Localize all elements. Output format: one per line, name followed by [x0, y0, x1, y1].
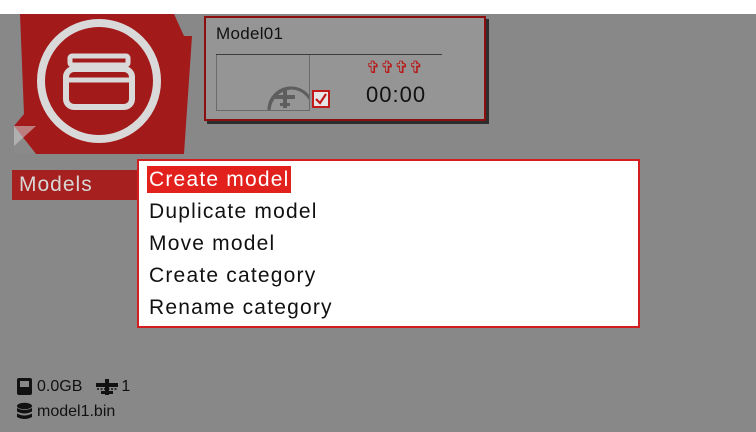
model-stars: ✞✞✞✞ [366, 58, 423, 77]
model-filename: model1.bin [37, 403, 116, 420]
storage-size: 0.0GB [37, 377, 83, 395]
model-file-status: model1.bin [16, 402, 115, 422]
model-timer: 00:00 [366, 82, 427, 107]
current-model-card[interactable]: Model01 ✞✞✞✞ 00:00 [204, 16, 486, 121]
models-context-menu: Create model Duplicate model Move model … [137, 159, 640, 328]
menu-item-duplicate-model[interactable]: Duplicate model [147, 198, 320, 225]
model-name: Model01 [216, 24, 284, 43]
menu-item-create-model[interactable]: Create model [147, 166, 292, 193]
storage-status: 0.0GB 1 [16, 377, 130, 396]
checkbox-checked-icon[interactable] [312, 90, 330, 108]
airplane-icon [96, 378, 119, 395]
page-title: Models [12, 170, 137, 200]
models-page-header [14, 14, 192, 154]
menu-item-move-model[interactable]: Move model [147, 230, 277, 257]
sd-card-icon [17, 378, 32, 395]
airplane-icon [267, 86, 309, 110]
top-strip [0, 0, 756, 14]
menu-item-rename-category[interactable]: Rename category [147, 294, 335, 321]
model-thumbnail [216, 55, 310, 111]
model-folder-icon [14, 14, 192, 154]
database-icon [17, 402, 32, 419]
screen: Model01 ✞✞✞✞ 00:00 Models Create model D… [0, 0, 756, 432]
model-count: 1 [121, 377, 131, 395]
menu-item-create-category[interactable]: Create category [147, 262, 318, 289]
